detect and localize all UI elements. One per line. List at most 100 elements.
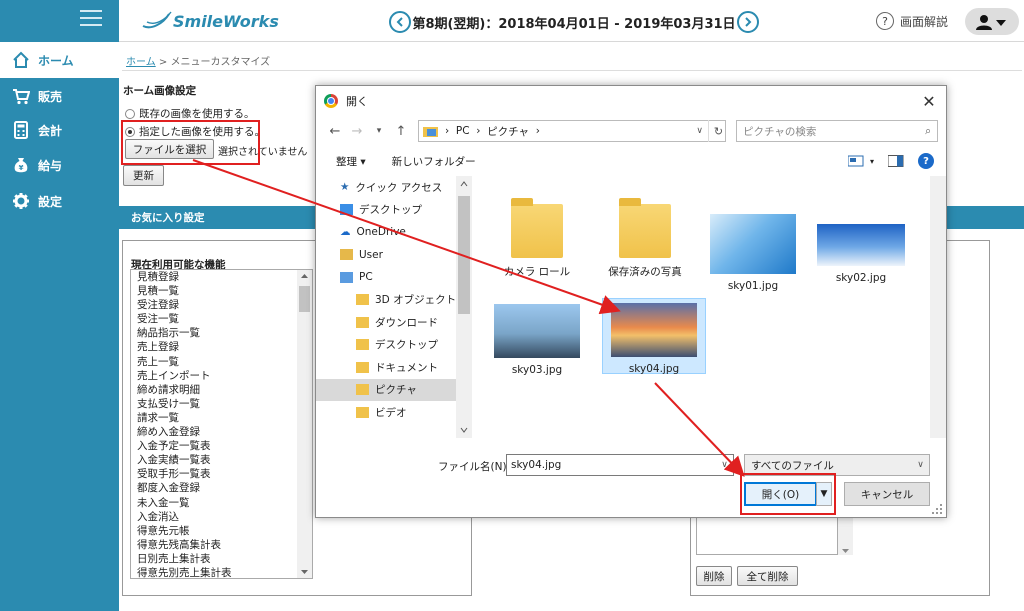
radio-existing-image[interactable]: 既存の画像を使用する。 <box>125 106 255 121</box>
scroll-down-arrow-icon[interactable] <box>460 427 468 433</box>
nav-item-desktop[interactable]: デスクトップ <box>316 199 471 222</box>
delete-all-button[interactable]: 全て削除 <box>737 566 798 586</box>
sidebar-item-label: 会計 <box>38 123 63 138</box>
scroll-up-arrow-icon[interactable] <box>301 274 308 278</box>
user-menu-button[interactable] <box>965 8 1019 35</box>
scroll-thumb[interactable] <box>458 196 470 314</box>
file-item-sky01[interactable]: sky01.jpg <box>702 214 804 292</box>
sidebar-item-label: 販売 <box>38 89 63 104</box>
sidebar-item-label: ホーム <box>38 53 74 68</box>
list-item[interactable]: 入金予定一覧表 <box>131 439 312 453</box>
file-item-sky02[interactable]: sky02.jpg <box>810 224 912 284</box>
forward-arrow-icon[interactable]: → <box>346 124 368 139</box>
nav-item-label: 3D オブジェクト <box>375 294 457 307</box>
file-item-sky04[interactable]: sky04.jpg <box>602 298 706 375</box>
cancel-button[interactable]: キャンセル <box>844 482 930 506</box>
nav-item-label: クイック アクセス <box>355 181 443 194</box>
nav-item-pc[interactable]: PC <box>316 266 471 289</box>
available-features-list[interactable]: 見積登録 見積一覧 受注登録 受注一覧 納品指示一覧 売上登録 売上一覧 売上イ… <box>130 269 313 579</box>
question-icon: ? <box>876 12 894 30</box>
view-dropdown-icon[interactable]: ▾ <box>870 157 874 166</box>
list-item[interactable]: 支払受け一覧 <box>131 397 312 411</box>
scroll-down-arrow-icon[interactable] <box>842 549 849 553</box>
back-arrow-icon[interactable]: ← <box>324 124 346 139</box>
list-item[interactable]: 入金消込 <box>131 510 312 524</box>
breadcrumb-home-link[interactable]: ホーム <box>126 57 156 68</box>
nav-item-quick-access[interactable]: ★ クイック アクセス <box>316 176 471 199</box>
file-type-dropdown-icon[interactable]: ∨ <box>912 455 929 475</box>
next-period-button[interactable] <box>736 11 759 33</box>
sidebar-item-sales[interactable]: 販売 <box>0 78 119 114</box>
list-item[interactable]: 入金実績一覧表 <box>131 453 312 467</box>
previous-period-button[interactable] <box>389 11 411 33</box>
annotation-highlight-box <box>121 120 260 165</box>
list-item[interactable]: 日別売上集計表 <box>131 552 312 566</box>
list-item[interactable]: 都度入金登録 <box>131 481 312 495</box>
radio-button[interactable] <box>125 108 135 119</box>
list-item[interactable]: 得意先残高集計表 <box>131 538 312 552</box>
file-item-sky03[interactable]: sky03.jpg <box>486 304 588 376</box>
up-arrow-icon[interactable]: ↑ <box>390 124 412 139</box>
sidebar-item-payroll[interactable]: ¥ 給与 <box>0 147 119 183</box>
list-item[interactable]: 請求一覧 <box>131 411 312 425</box>
filename-dropdown-icon[interactable]: ∨ <box>716 455 733 475</box>
list-item[interactable]: 得意先元帳 <box>131 524 312 538</box>
nav-item-documents[interactable]: ドキュメント <box>316 356 471 379</box>
list-item[interactable]: 得意先別売上集計表 <box>131 566 312 578</box>
address-segment-pictures[interactable]: ピクチャ <box>487 124 529 139</box>
sidebar-item-home[interactable]: ホーム <box>0 42 119 78</box>
nav-item-3d-objects[interactable]: 3D オブジェクト <box>316 289 471 312</box>
scroll-thumb[interactable] <box>299 286 310 312</box>
address-separator: › <box>445 125 456 137</box>
nav-item-desktop-folder[interactable]: デスクトップ <box>316 334 471 357</box>
file-list-scrollbar[interactable] <box>930 176 946 438</box>
app-logo[interactable]: SmileWorks <box>141 10 291 32</box>
nav-item-user[interactable]: User <box>316 244 471 267</box>
resize-grip-icon[interactable] <box>930 502 944 516</box>
organize-menu[interactable]: 整理 ▾ <box>336 154 366 169</box>
search-box[interactable]: ピクチャの検索 ⌕ <box>736 120 938 142</box>
list-item[interactable]: 売上登録 <box>131 340 312 354</box>
preview-pane-icon[interactable] <box>888 155 904 167</box>
sidebar-item-accounting[interactable]: 会計 <box>0 112 119 148</box>
list-item[interactable]: 締め入金登録 <box>131 425 312 439</box>
list-item[interactable]: 受取手形一覧表 <box>131 467 312 481</box>
list-item[interactable]: 未入金一覧 <box>131 496 312 510</box>
view-options-icon[interactable] <box>847 155 864 167</box>
scroll-up-arrow-icon[interactable] <box>460 181 468 187</box>
address-segment-pc[interactable]: PC <box>456 125 470 137</box>
help-icon[interactable]: ? <box>918 153 934 169</box>
list-item[interactable]: 受注登録 <box>131 298 312 312</box>
file-item-saved-pictures[interactable]: 保存済みの写真 <box>594 198 696 279</box>
file-item-camera-roll[interactable]: カメラ ロール <box>486 198 588 279</box>
address-bar[interactable]: › PC › ピクチャ › ∨ <box>418 120 726 142</box>
nav-item-videos[interactable]: ビデオ <box>316 401 471 424</box>
new-folder-button[interactable]: 新しいフォルダー <box>392 154 476 169</box>
help-button[interactable]: ? 画面解説 <box>876 11 948 31</box>
close-button[interactable]: ✕ <box>916 90 942 112</box>
nav-item-onedrive[interactable]: ☁ OneDrive <box>316 221 471 244</box>
list-item[interactable]: 納品指示一覧 <box>131 326 312 340</box>
yen-bag-icon: ¥ <box>12 156 30 174</box>
hamburger-menu-icon[interactable] <box>80 10 102 28</box>
delete-button[interactable]: 削除 <box>696 566 732 586</box>
list-item[interactable]: 受注一覧 <box>131 312 312 326</box>
list-item[interactable]: 見積一覧 <box>131 284 312 298</box>
cloud-icon: ☁ <box>340 226 351 239</box>
filename-input[interactable]: sky04.jpg <box>506 454 734 476</box>
list-item[interactable]: 売上インポート <box>131 369 312 383</box>
list-item[interactable]: 見積登録 <box>131 270 312 284</box>
list-item[interactable]: 締め請求明細 <box>131 383 312 397</box>
list-item[interactable]: 売上一覧 <box>131 355 312 369</box>
nav-item-downloads[interactable]: ダウンロード <box>316 311 471 334</box>
recent-locations-icon[interactable]: ▾ <box>368 126 390 136</box>
scroll-down-arrow-icon[interactable] <box>301 570 308 574</box>
nav-item-pictures[interactable]: ピクチャ <box>316 378 471 401</box>
update-button[interactable]: 更新 <box>123 165 164 186</box>
address-dropdown-icon[interactable]: ∨ <box>696 126 703 136</box>
file-list: カメラ ロール 保存済みの写真 sky01.jpg sky02.jpg sky0… <box>474 176 946 438</box>
refresh-button[interactable]: ↻ <box>708 120 728 142</box>
nav-item-label: ダウンロード <box>375 316 438 329</box>
sidebar-item-settings[interactable]: 設定 <box>0 183 119 219</box>
list-scrollbar[interactable] <box>297 270 312 578</box>
